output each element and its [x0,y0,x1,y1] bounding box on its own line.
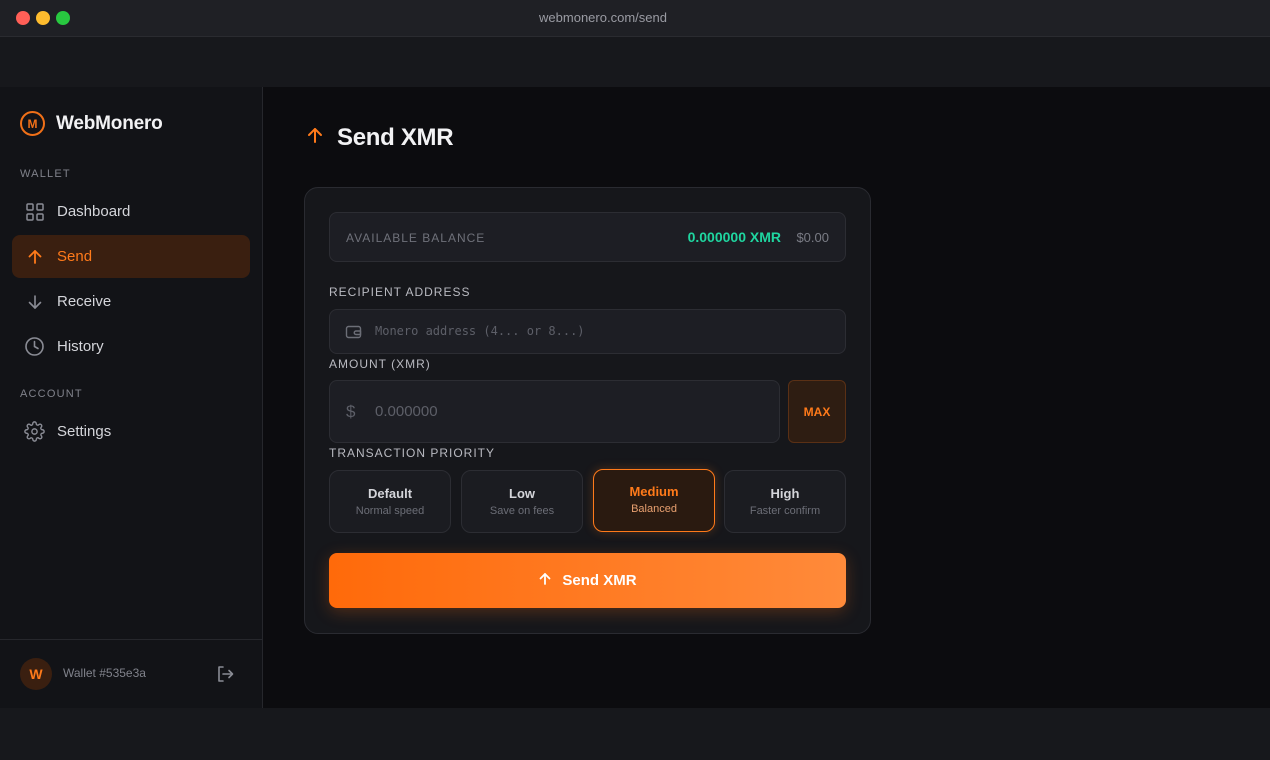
grid-icon [24,201,45,222]
sidebar-item-settings[interactable]: Settings [12,410,250,453]
priority-subtitle: Normal speed [355,505,425,517]
arrow-up-icon [305,124,325,152]
priority-subtitle: Balanced [631,503,677,515]
sidebar-item-send[interactable]: Send [12,235,250,278]
recipient-label: RECIPIENT ADDRESS [329,285,471,299]
clock-icon [24,336,45,357]
sidebar-item-receive[interactable]: Receive [12,280,250,323]
dollar-icon: $ [346,402,356,421]
priority-option-medium[interactable]: Medium Balanced [593,469,715,532]
url-text: webmonero.com/send [539,10,667,25]
sidebar-item-label: Receive [57,293,112,310]
sidebar-item-label: History [57,338,104,355]
priority-subtitle: Save on fees [489,505,555,517]
browser-titlebar: webmonero.com/send [0,0,1270,37]
sidebar-item-label: Settings [57,423,112,440]
window-bottom-area [0,708,1270,760]
send-xmr-button[interactable]: Send XMR [329,553,846,608]
priority-title: Default [367,486,413,501]
priority-option-default[interactable]: Default Normal speed [329,470,451,533]
amount-placeholder: 0.000000 [375,403,438,420]
recipient-address-input[interactable]: Monero address (4... or 8...) [329,309,846,354]
send-form-card: AVAILABLE BALANCE 0.000000 XMR $0.00 REC… [304,187,871,634]
logout-button[interactable] [215,664,235,684]
wallet-id: Wallet #535e3a [63,666,146,680]
amount-label: AMOUNT (XMR) [329,357,431,371]
browser-toolbar-area [0,37,1270,87]
available-balance-box: AVAILABLE BALANCE 0.000000 XMR $0.00 [329,212,846,262]
brand-name: WebMonero [56,112,163,134]
sidebar-item-dashboard[interactable]: Dashboard [12,190,250,233]
max-button[interactable]: MAX [788,380,846,443]
avatar: W [20,658,52,690]
recipient-placeholder: Monero address (4... or 8...) [375,324,585,338]
arrow-up-icon [24,246,45,267]
priority-title: High [770,486,800,501]
balance-usd: $0.00 [796,230,829,245]
priority-title: Low [509,486,535,501]
arrow-down-icon [24,291,45,312]
priority-title: Medium [629,484,679,499]
priority-option-low[interactable]: Low Save on fees [461,470,583,533]
brand[interactable]: M WebMonero [20,111,163,136]
section-label-account: ACCOUNT [20,388,83,400]
page-title-text: Send XMR [337,124,454,151]
logout-icon [215,666,235,688]
arrow-up-icon [538,572,552,590]
section-label-wallet: WALLET [20,168,71,180]
wallet-icon [345,324,362,345]
balance-label: AVAILABLE BALANCE [346,231,486,245]
main-content: Send XMR AVAILABLE BALANCE 0.000000 XMR … [263,87,1270,708]
sidebar-item-label: Send [57,248,93,265]
sidebar-item-history[interactable]: History [12,325,250,368]
priority-subtitle: Faster confirm [749,505,821,517]
amount-input[interactable]: $ 0.000000 [329,380,780,443]
priority-option-high[interactable]: High Faster confirm [724,470,846,533]
sidebar: M WebMonero WALLET Dashboard Send Receiv… [0,87,263,708]
gear-icon [24,421,45,442]
priority-label: TRANSACTION PRIORITY [329,446,496,460]
page-title: Send XMR [305,124,454,152]
sidebar-item-label: Dashboard [57,203,131,220]
monero-logo-icon: M [20,111,45,136]
sidebar-footer: W Wallet #535e3a [0,639,262,708]
send-button-label: Send XMR [562,572,637,589]
balance-xmr: 0.000000 XMR [687,229,781,245]
